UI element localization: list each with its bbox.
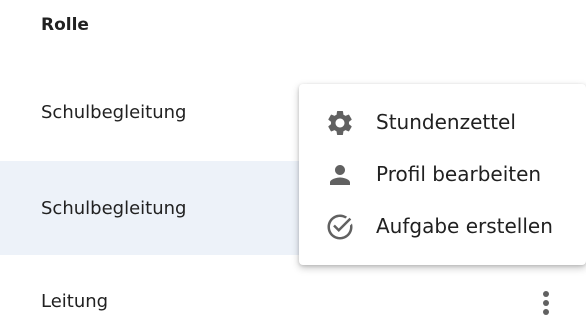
row-role-label: Leitung <box>41 291 109 312</box>
menu-item-stundenzettel[interactable]: Stundenzettel <box>299 94 586 150</box>
menu-item-label: Stundenzettel <box>376 110 516 134</box>
more-vert-icon[interactable] <box>534 288 558 320</box>
context-menu: Stundenzettel Profil bearbeiten Aufgabe … <box>299 84 586 265</box>
table-row[interactable]: Leitung <box>0 256 586 332</box>
person-icon <box>325 160 355 190</box>
menu-item-label: Profil bearbeiten <box>376 162 542 186</box>
check-circle-icon <box>325 212 355 242</box>
column-header-rolle: Rolle <box>41 15 89 35</box>
row-role-label: Schulbegleitung <box>41 102 187 123</box>
page: Rolle Schulbegleitung Schulbegleitung Le… <box>0 0 586 332</box>
menu-item-label: Aufgabe erstellen <box>376 214 553 238</box>
gear-icon <box>325 108 355 138</box>
menu-item-profil-bearbeiten[interactable]: Profil bearbeiten <box>299 146 586 202</box>
menu-item-aufgabe-erstellen[interactable]: Aufgabe erstellen <box>299 198 586 254</box>
row-role-label: Schulbegleitung <box>41 198 187 219</box>
